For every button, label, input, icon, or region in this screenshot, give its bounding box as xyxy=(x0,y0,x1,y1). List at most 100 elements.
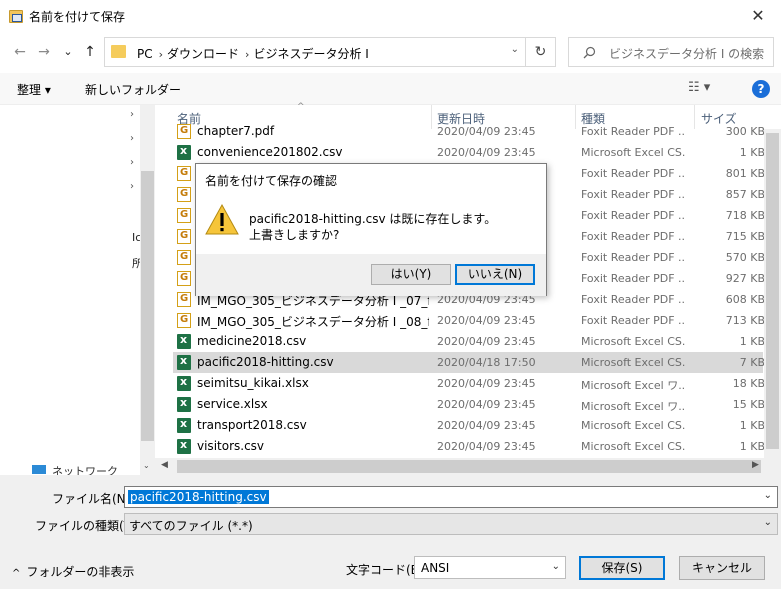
hide-folders-label: フォルダーの非表示 xyxy=(26,565,135,579)
breadcrumb: PC › ダウンロード › ビジネスデータ分析 I xyxy=(137,45,373,62)
file-type: Microsoft Excel CS... xyxy=(581,440,685,453)
file-list-horizontal-scrollbar[interactable]: ◀ ▶ xyxy=(155,458,781,475)
table-row[interactable]: IM_MGO_305_ビジネスデータ分析 I _08_fina... 2020/0… xyxy=(173,310,765,331)
file-modified: 2020/04/09 23:45 xyxy=(437,146,536,159)
file-type: Foxit Reader PDF ... xyxy=(581,167,685,180)
filetype-select[interactable]: すべてのファイル (*.*) ⌄ xyxy=(124,513,778,535)
file-size: 608 KB xyxy=(725,293,765,306)
pdf-file-icon xyxy=(177,271,191,286)
excel-file-icon xyxy=(177,396,191,412)
file-name: chapter7.pdf xyxy=(197,124,275,138)
navigation-pane: › › › › Ic 所 ⌄ ネットワーク xyxy=(0,105,155,478)
table-row[interactable]: transport2018.csv 2020/04/09 23:45 Microso… xyxy=(173,415,765,436)
expand-chevron-icon[interactable]: › xyxy=(130,109,134,120)
save-button[interactable]: 保存(S) xyxy=(579,556,665,580)
yes-button[interactable]: はい(Y) xyxy=(371,264,451,285)
scroll-down-icon[interactable]: ⌄ xyxy=(143,461,150,470)
title-bar: 名前を付けて保存 ✕ xyxy=(0,0,781,33)
file-type: Foxit Reader PDF ... xyxy=(581,314,685,327)
file-name: medicine2018.csv xyxy=(197,334,307,348)
file-size: 927 KB xyxy=(725,272,765,285)
file-size: 7 KB xyxy=(739,356,765,369)
scroll-right-icon[interactable]: ▶ xyxy=(752,460,759,470)
file-list-vertical-scrollbar[interactable] xyxy=(764,129,781,458)
table-row[interactable]: medicine2018.csv 2020/04/09 23:45 Microsof… xyxy=(173,331,765,352)
pdf-file-icon xyxy=(177,229,191,244)
encoding-select[interactable]: ANSI ⌄ xyxy=(414,556,566,579)
scrollbar-thumb[interactable] xyxy=(177,460,761,473)
file-modified: 2020/04/09 23:45 xyxy=(437,335,536,348)
chevron-right-icon: › xyxy=(158,48,164,61)
expand-chevron-icon[interactable]: › xyxy=(130,133,134,144)
file-type: Microsoft Excel CS... xyxy=(581,419,685,432)
forward-arrow-icon[interactable]: → xyxy=(34,42,54,62)
file-name: pacific2018-hitting.csv xyxy=(197,355,334,369)
save-dialog-icon xyxy=(9,10,23,23)
scrollbar-thumb[interactable] xyxy=(766,133,779,449)
file-type: Foxit Reader PDF ... xyxy=(581,125,685,138)
table-row[interactable]: chapter7.pdf 2020/04/09 23:45 Foxit Reader… xyxy=(173,121,765,142)
breadcrumb-business-data[interactable]: ビジネスデータ分析 I xyxy=(253,47,368,61)
overwrite-confirm-dialog: 名前を付けて保存の確認 pacific2018-hitting.csv は既に存… xyxy=(195,163,547,296)
table-row[interactable]: convenience201802.csv 2020/04/09 23:45 Mic… xyxy=(173,142,765,163)
file-size: 857 KB xyxy=(725,188,765,201)
chevron-down-icon[interactable]: ⌄ xyxy=(764,490,772,501)
chevron-down-icon[interactable]: ⌄ xyxy=(764,517,772,528)
address-bar[interactable]: PC › ダウンロード › ビジネスデータ分析 I ⌄ ↻ xyxy=(104,37,556,67)
recent-locations-icon[interactable]: ⌄ xyxy=(58,42,78,62)
chevron-down-icon[interactable]: ⌄ xyxy=(511,44,519,55)
view-options-icon[interactable]: ☷ ▾ xyxy=(688,80,710,95)
hide-folders-toggle[interactable]: ^ フォルダーの非表示 xyxy=(12,563,134,580)
file-size: 15 KB xyxy=(732,398,765,411)
file-name: transport2018.csv xyxy=(197,418,307,432)
nav-pane-scrollbar[interactable]: ⌄ xyxy=(140,105,155,475)
close-icon[interactable]: ✕ xyxy=(735,0,781,33)
file-type: Microsoft Excel CS... xyxy=(581,356,685,369)
cancel-button[interactable]: キャンセル xyxy=(679,556,765,580)
search-icon xyxy=(583,46,596,59)
chevron-down-icon[interactable]: ⌄ xyxy=(552,561,560,572)
file-type: Microsoft Excel CS... xyxy=(581,146,685,159)
folder-icon xyxy=(111,45,126,58)
scrollbar-thumb[interactable] xyxy=(141,171,154,441)
pdf-file-icon xyxy=(177,166,191,181)
refresh-icon[interactable]: ↻ xyxy=(525,38,555,66)
file-modified: 2020/04/09 23:45 xyxy=(437,440,536,453)
chevron-right-icon: › xyxy=(245,48,250,61)
excel-file-icon xyxy=(177,144,191,160)
organize-menu-button[interactable]: 整理 ▾ xyxy=(17,81,51,98)
warning-icon xyxy=(205,204,239,235)
file-size: 801 KB xyxy=(725,167,765,180)
file-type: Foxit Reader PDF ... xyxy=(581,209,685,222)
up-arrow-icon[interactable]: ↑ xyxy=(80,42,100,62)
table-row[interactable]: visitors.csv 2020/04/09 23:45 Microsoft Ex… xyxy=(173,436,765,457)
file-modified: 2020/04/09 23:45 xyxy=(437,419,536,432)
file-type: Foxit Reader PDF ... xyxy=(581,188,685,201)
breadcrumb-pc[interactable]: PC xyxy=(137,47,153,61)
file-size: 18 KB xyxy=(732,377,765,390)
search-input[interactable]: ビジネスデータ分析 I の検索 xyxy=(568,37,774,67)
pdf-file-icon xyxy=(177,292,191,307)
filename-field[interactable]: pacific2018-hitting.csv ⌄ xyxy=(124,486,778,508)
pdf-file-icon xyxy=(177,208,191,223)
encoding-value: ANSI xyxy=(421,561,450,575)
file-size: 713 KB xyxy=(725,314,765,327)
scroll-left-icon[interactable]: ◀ xyxy=(161,460,168,470)
breadcrumb-downloads[interactable]: ダウンロード xyxy=(167,47,239,61)
file-modified: 2020/04/09 23:45 xyxy=(437,398,536,411)
pdf-file-icon xyxy=(177,313,191,328)
table-row-selected[interactable]: pacific2018-hitting.csv 2020/04/18 17:50 M… xyxy=(173,352,765,373)
new-folder-button[interactable]: 新しいフォルダー xyxy=(85,81,181,98)
filename-label: ファイル名(N): xyxy=(52,492,135,506)
excel-file-icon xyxy=(177,333,191,349)
no-button[interactable]: いいえ(N) xyxy=(455,264,535,285)
pdf-file-icon xyxy=(177,250,191,265)
table-row[interactable]: service.xlsx 2020/04/09 23:45 Microsoft Ex… xyxy=(173,394,765,415)
help-icon[interactable]: ? xyxy=(752,80,770,98)
table-row[interactable]: seimitsu_kikai.xlsx 2020/04/09 23:45 Micro… xyxy=(173,373,765,394)
file-modified: 2020/04/09 23:45 xyxy=(437,377,536,390)
expand-chevron-icon[interactable]: › xyxy=(130,181,134,192)
dialog-title: 名前を付けて保存の確認 xyxy=(205,174,338,188)
back-arrow-icon[interactable]: ← xyxy=(10,42,30,62)
expand-chevron-icon[interactable]: › xyxy=(130,157,134,168)
